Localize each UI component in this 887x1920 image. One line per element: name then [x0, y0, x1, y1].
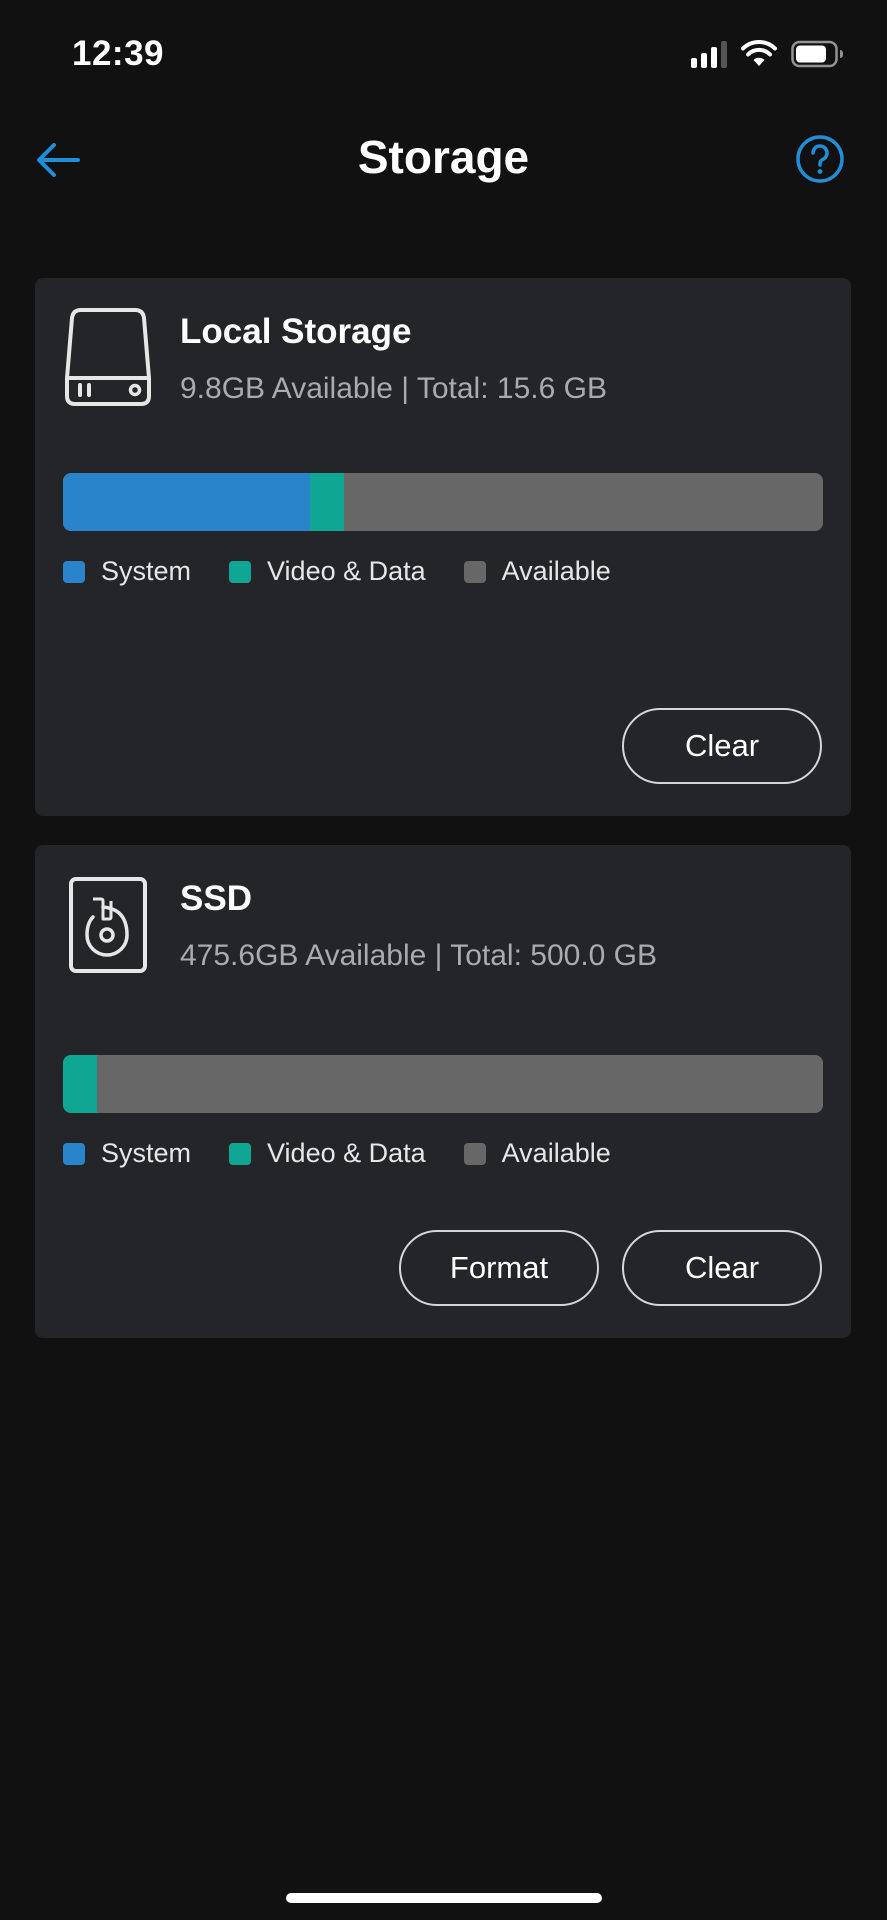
help-question-icon[interactable] — [795, 134, 845, 184]
legend-label: Available — [501, 556, 611, 586]
battery-icon — [791, 40, 843, 68]
local-storage-card: Local Storage 9.8GB Available | Total: 1… — [35, 278, 851, 816]
available-swatch — [463, 1142, 486, 1165]
status-bar: 12:39 — [0, 0, 887, 110]
legend-label: Available — [501, 1138, 611, 1168]
system-segment — [63, 473, 310, 531]
storage-legend: System Video & Data Available — [63, 556, 649, 587]
legend-item-system: System — [63, 556, 191, 587]
clear-button[interactable]: Clear — [622, 1230, 822, 1306]
legend-item-system: System — [63, 1138, 191, 1169]
legend-label: Video & Data — [267, 1138, 426, 1168]
legend-item-available: Available — [463, 556, 611, 587]
video-data-segment — [310, 473, 345, 531]
video-data-swatch — [229, 560, 252, 583]
ssd-card: SSD 475.6GB Available | Total: 500.0 GB … — [35, 845, 851, 1338]
hard-drive-icon — [65, 308, 151, 406]
home-indicator — [286, 1893, 602, 1903]
legend-item-video-data: Video & Data — [229, 1138, 426, 1169]
ssd-disk-icon — [69, 877, 147, 973]
storage-summary: 9.8GB Available | Total: 15.6 GB — [180, 372, 607, 405]
legend-label: System — [101, 1138, 192, 1168]
storage-usage-bar — [63, 473, 823, 531]
card-title: Local Storage — [180, 312, 412, 351]
available-swatch — [463, 560, 486, 583]
system-swatch — [63, 1142, 85, 1165]
card-title: SSD — [180, 879, 252, 918]
storage-legend: System Video & Data Available — [63, 1138, 649, 1169]
cellular-signal-icon — [691, 40, 727, 68]
system-swatch — [63, 560, 85, 583]
clear-button[interactable]: Clear — [622, 708, 822, 784]
status-icons — [691, 40, 845, 68]
video-data-swatch — [229, 1142, 252, 1165]
legend-item-video-data: Video & Data — [229, 556, 426, 587]
status-time: 12:39 — [72, 34, 165, 73]
storage-usage-bar — [63, 1055, 823, 1113]
legend-label: Video & Data — [267, 556, 426, 586]
legend-label: System — [101, 556, 192, 586]
video-data-segment — [63, 1055, 98, 1113]
storage-summary: 475.6GB Available | Total: 500.0 GB — [180, 939, 658, 972]
storage-screen: 12:39 Storage Local Storage 9.8GB Availa… — [0, 0, 887, 1920]
page-title: Storage — [357, 131, 530, 183]
nav-bar: Storage — [0, 110, 887, 210]
format-button[interactable]: Format — [399, 1230, 599, 1306]
wifi-icon — [741, 40, 777, 66]
legend-item-available: Available — [463, 1138, 611, 1169]
